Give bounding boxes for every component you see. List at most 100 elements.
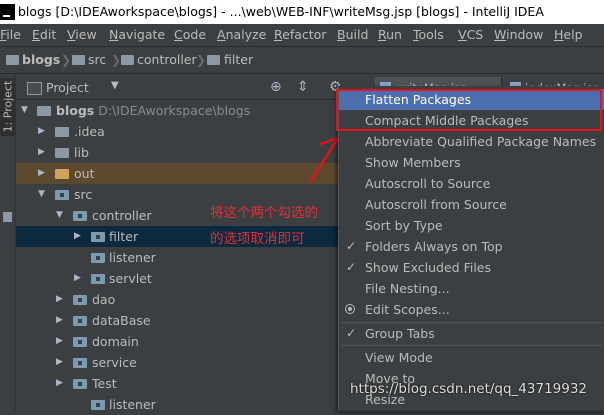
menu-item-label: File Nesting... <box>365 281 450 296</box>
checkmark-icon: ✓ <box>346 326 357 340</box>
globe-icon[interactable]: ⊕ <box>270 79 282 95</box>
breadcrumb-separator-icon: ❯ <box>196 53 207 67</box>
breadcrumb-src[interactable]: src <box>88 52 106 67</box>
menu-view[interactable]: View <box>67 27 97 42</box>
package-icon <box>121 55 134 65</box>
menu-code[interactable]: Code <box>174 27 206 42</box>
folder-icon <box>37 106 51 116</box>
menu-window[interactable]: Window <box>494 27 543 42</box>
menu-item-autoscroll-to-source[interactable]: Autoscroll to Source <box>339 173 604 194</box>
title-bar: blogs [D:\IDEAworkspace\blogs] - ...\web… <box>0 0 604 24</box>
menu-item-show-members[interactable]: Show Members <box>339 152 604 173</box>
project-view-dropdown-icon[interactable]: ▼ <box>111 80 119 91</box>
checkmark-icon: ✓ <box>346 260 357 274</box>
tree-node-label: listener <box>109 250 156 265</box>
menu-analyze[interactable]: Analyze <box>217 27 266 42</box>
tree-node-blogs[interactable]: ▼ blogs D:\IDEAworkspace\blogs <box>16 100 346 121</box>
breadcrumb-separator-icon: ❯ <box>61 53 72 67</box>
menu-item-edit-scopes[interactable]: Edit Scopes... <box>339 299 604 320</box>
menu-item-label: Abbreviate Qualified Package Names <box>365 134 597 149</box>
folder-icon <box>55 127 69 137</box>
menu-item-group-tabs[interactable]: ✓ Group Tabs <box>339 323 604 344</box>
package-icon <box>91 253 105 263</box>
tree-node-label: dao <box>92 292 116 307</box>
menu-item-show-excluded-files[interactable]: ✓ Show Excluded Files <box>339 257 604 278</box>
breadcrumb-blogs[interactable]: blogs <box>22 52 60 67</box>
menu-separator <box>341 345 603 346</box>
menu-item-label: Autoscroll to Source <box>365 176 491 191</box>
menu-item-label: Folders Always on Top <box>365 239 503 254</box>
tree-node-label: .idea <box>74 124 105 139</box>
expand-arrow-icon[interactable]: ▶ <box>56 352 63 373</box>
package-icon <box>207 55 220 65</box>
menu-tools[interactable]: Tools <box>413 27 444 42</box>
menu-item-autoscroll-from-source[interactable]: Autoscroll from Source <box>339 194 604 215</box>
expand-arrow-icon[interactable]: ▶ <box>74 226 81 247</box>
tree-node-dao[interactable]: ▶ dao <box>16 289 346 310</box>
menu-item-label: Autoscroll from Source <box>365 197 507 212</box>
tree-node-label: blogs <box>56 103 95 118</box>
tree-node-out[interactable]: ▶ out <box>16 163 346 184</box>
expand-arrow-icon[interactable]: ▶ <box>38 142 45 163</box>
breadcrumb-filter[interactable]: filter <box>224 52 253 67</box>
menu-item-file-nesting[interactable]: File Nesting... <box>339 278 604 299</box>
tree-node-servlet[interactable]: ▶ servlet <box>16 268 346 289</box>
breadcrumb-controller[interactable]: controller <box>137 52 197 67</box>
menu-edit[interactable]: Edit <box>32 27 56 42</box>
project-view-icon <box>27 82 42 95</box>
menu-vcs[interactable]: VCS <box>458 27 483 42</box>
highlight-box <box>336 89 602 131</box>
tree-node-lib[interactable]: ▶ lib <box>16 142 346 163</box>
project-side-tab[interactable]: 1: Project <box>0 78 15 136</box>
tree-node-label: dataBase <box>92 313 151 328</box>
tree-node-idea[interactable]: ▶ .idea <box>16 121 346 142</box>
package-icon <box>91 274 105 284</box>
expand-arrow-icon[interactable]: ▶ <box>56 310 63 331</box>
tree-node-label: filter <box>109 229 139 244</box>
expand-arrow-icon[interactable]: ▼ <box>38 184 45 205</box>
tree-node-listener-2[interactable]: listener <box>16 394 346 415</box>
tree-node-label: listener <box>109 397 156 412</box>
tree-node-label: controller <box>92 208 152 223</box>
scope-radio-icon <box>345 304 355 314</box>
expand-arrow-icon[interactable]: ▶ <box>56 289 63 310</box>
package-icon <box>73 337 87 347</box>
menu-run[interactable]: Run <box>378 27 402 42</box>
menu-item-label: Show Excluded Files <box>365 260 492 275</box>
tree-node-database[interactable]: ▶ dataBase <box>16 310 346 331</box>
project-side-tab-label: 1: Project <box>1 80 15 133</box>
menu-item-label: Show Members <box>365 155 461 170</box>
expand-arrow-icon[interactable]: ▶ <box>38 163 45 184</box>
menu-file[interactable]: File <box>0 27 21 42</box>
menu-item-folders-on-top[interactable]: ✓ Folders Always on Top <box>339 236 604 257</box>
project-panel-title[interactable]: Project <box>46 80 89 95</box>
tree-node-domain[interactable]: ▶ domain <box>16 331 346 352</box>
tree-node-label: src <box>74 187 93 202</box>
menu-help[interactable]: Help <box>554 27 583 42</box>
tree-node-service[interactable]: ▶ service <box>16 352 346 373</box>
menu-item-label: Sort by Type <box>365 218 443 233</box>
menu-item-view-mode[interactable]: View Mode <box>339 347 604 368</box>
tree-node-label: servlet <box>109 271 152 286</box>
menu-navigate[interactable]: Navigate <box>109 27 165 42</box>
menu-item-abbreviate-names[interactable]: Abbreviate Qualified Package Names <box>339 131 604 152</box>
package-icon <box>73 379 87 389</box>
expand-arrow-icon[interactable]: ▶ <box>38 121 45 142</box>
collapse-icon[interactable]: ⇕ <box>297 79 309 95</box>
menu-refactor[interactable]: Refactor <box>274 27 326 42</box>
tree-node-label: out <box>74 166 95 181</box>
folder-icon <box>55 148 69 158</box>
expand-arrow-icon[interactable]: ▶ <box>56 373 63 394</box>
package-icon <box>73 316 87 326</box>
expand-arrow-icon[interactable]: ▼ <box>56 205 63 226</box>
menu-item-sort-by-type[interactable]: Sort by Type <box>339 215 604 236</box>
tree-node-test[interactable]: ▶ Test <box>16 373 346 394</box>
package-icon <box>91 400 105 410</box>
annotation-note: 将这个两个勾选的的选项取消即可 <box>210 205 318 247</box>
menu-build[interactable]: Build <box>337 27 368 42</box>
project-options-menu: Flatten Packages Compact Middle Packages… <box>338 86 604 411</box>
output-folder-icon <box>55 169 69 179</box>
expand-arrow-icon[interactable]: ▶ <box>74 268 81 289</box>
expand-arrow-icon[interactable]: ▶ <box>56 331 63 352</box>
expand-arrow-icon[interactable]: ▼ <box>21 100 28 121</box>
